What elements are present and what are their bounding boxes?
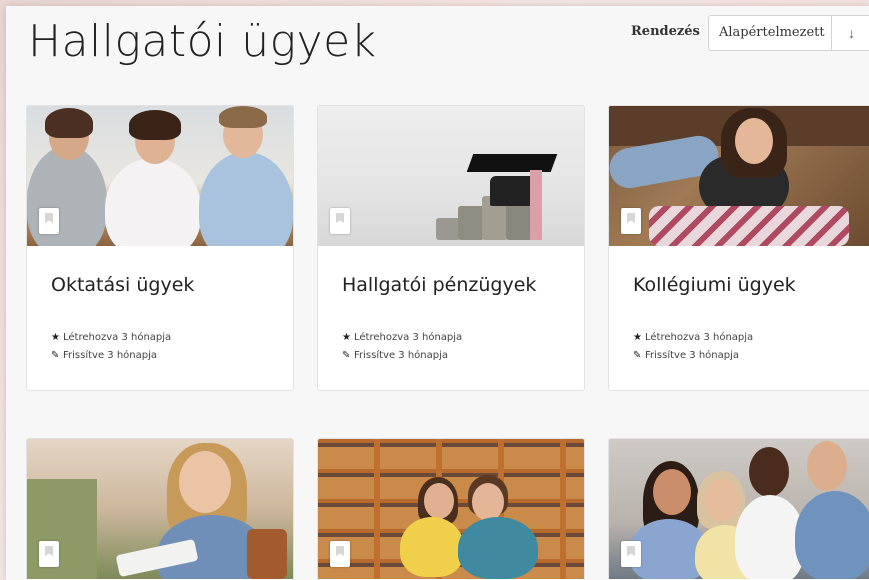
card-5[interactable] <box>317 438 585 580</box>
updated-text: Frissítve 3 hónapja <box>354 350 448 361</box>
arrow-down-icon: ↓ <box>848 25 855 41</box>
created-meta: ★ Létrehozva 3 hónapja <box>51 332 171 343</box>
card-image <box>318 439 584 579</box>
created-meta: ★ Létrehozva 3 hónapja <box>342 332 462 343</box>
bookmark-icon[interactable] <box>39 208 59 234</box>
pencil-icon: ✎ <box>633 350 642 361</box>
card-title[interactable]: Hallgatói pénzügyek <box>342 274 536 296</box>
main-panel: Hallgatói ügyek Rendezés Alapértelmezett… <box>6 6 869 580</box>
card-6[interactable] <box>608 438 869 580</box>
bookmark-icon[interactable] <box>621 208 641 234</box>
card-image <box>27 439 293 579</box>
created-text: Létrehozva 3 hónapja <box>63 332 172 343</box>
updated-meta: ✎ Frissítve 3 hónapja <box>51 350 157 361</box>
star-icon: ★ <box>51 332 60 343</box>
card-image <box>27 106 293 246</box>
bookmark-icon[interactable] <box>621 541 641 567</box>
card-oktatasi-ugyek[interactable]: Oktatási ügyek ★ Létrehozva 3 hónapja ✎ Fr… <box>26 105 294 391</box>
pencil-icon: ✎ <box>51 350 60 361</box>
card-title[interactable]: Kollégiumi ügyek <box>633 274 796 296</box>
updated-meta: ✎ Frissítve 3 hónapja <box>342 350 448 361</box>
sort-select[interactable]: Alapértelmezett <box>708 15 832 51</box>
card-image <box>609 106 869 246</box>
updated-text: Frissítve 3 hónapja <box>63 350 157 361</box>
sort-label: Rendezés <box>631 24 700 39</box>
updated-meta: ✎ Frissítve 3 hónapja <box>633 350 739 361</box>
card-title[interactable]: Oktatási ügyek <box>51 274 194 296</box>
page-title: Hallgatói ügyek <box>28 16 377 67</box>
pencil-icon: ✎ <box>342 350 351 361</box>
star-icon: ★ <box>633 332 642 343</box>
bookmark-icon[interactable] <box>330 208 350 234</box>
card-4[interactable] <box>26 438 294 580</box>
bookmark-icon[interactable] <box>39 541 59 567</box>
card-image <box>318 106 584 246</box>
bookmark-icon[interactable] <box>330 541 350 567</box>
card-image <box>609 439 869 579</box>
created-meta: ★ Létrehozva 3 hónapja <box>633 332 753 343</box>
created-text: Létrehozva 3 hónapja <box>354 332 463 343</box>
star-icon: ★ <box>342 332 351 343</box>
created-text: Létrehozva 3 hónapja <box>645 332 754 343</box>
sort-direction-button[interactable]: ↓ <box>832 15 869 51</box>
updated-text: Frissítve 3 hónapja <box>645 350 739 361</box>
card-hallgatoi-penzugyek[interactable]: Hallgatói pénzügyek ★ Létrehozva 3 hónapj… <box>317 105 585 391</box>
card-kollegiumi-ugyek[interactable]: Kollégiumi ügyek ★ Létrehozva 3 hónapja ✎… <box>608 105 869 391</box>
